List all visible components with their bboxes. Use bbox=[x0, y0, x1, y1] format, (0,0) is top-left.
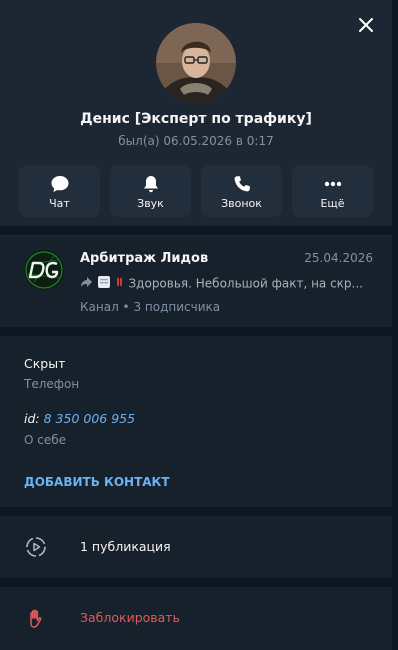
phone-label: Телефон bbox=[24, 377, 80, 391]
add-contact-button[interactable]: ДОБАВИТЬ КОНТАКТ bbox=[24, 475, 170, 489]
channel-avatar bbox=[24, 250, 64, 290]
block-hand-icon bbox=[25, 608, 47, 630]
phone-value[interactable]: Скрыт bbox=[24, 356, 65, 371]
channel-date: 25.04.2026 bbox=[304, 251, 373, 265]
publications-row[interactable]: 1 публикация bbox=[0, 516, 392, 578]
stories-icon bbox=[25, 536, 47, 558]
channel-last-message: Здоровья. Небольшой факт, на скр... bbox=[80, 275, 373, 293]
profile-header: Денис [Эксперт по трафику] был(а) 06.05.… bbox=[0, 0, 392, 236]
action-bar: Чат Звук Звонок Ещё bbox=[19, 165, 373, 217]
user-id-prefix: id: bbox=[24, 411, 40, 426]
chat-button[interactable]: Чат bbox=[19, 165, 100, 217]
about-label: О себе bbox=[24, 433, 67, 447]
background-chat-edge bbox=[392, 0, 398, 650]
block-row[interactable]: Заблокировать bbox=[0, 587, 392, 650]
info-section: Скрыт Телефон id: 8 350 006 955 О себе Д… bbox=[0, 337, 392, 507]
more-button-label: Ещё bbox=[320, 197, 345, 210]
personal-channel[interactable]: Арбитраж Лидов 25.04.2026 Здоровья. Небо… bbox=[0, 236, 392, 326]
media-thumbnail-icon bbox=[97, 276, 115, 292]
chat-button-label: Чат bbox=[49, 197, 70, 210]
divider bbox=[0, 507, 392, 516]
close-button[interactable] bbox=[353, 12, 379, 38]
divider bbox=[0, 327, 392, 336]
emoji-icon bbox=[115, 277, 129, 291]
sound-button-label: Звук bbox=[137, 197, 164, 210]
more-button[interactable]: Ещё bbox=[292, 165, 373, 217]
block-label: Заблокировать bbox=[80, 610, 180, 625]
user-id-value: 8 350 006 955 bbox=[43, 411, 136, 426]
phone-icon bbox=[234, 176, 250, 192]
channel-subtitle: Канал • 3 подписчика bbox=[80, 300, 221, 314]
divider bbox=[0, 578, 392, 587]
more-icon bbox=[324, 181, 341, 187]
last-seen-status: был(а) 06.05.2026 в 0:17 bbox=[118, 134, 274, 148]
divider bbox=[0, 226, 392, 235]
profile-panel: Денис [Эксперт по трафику] был(а) 06.05.… bbox=[0, 0, 392, 650]
profile-name: Денис [Эксперт по трафику] bbox=[80, 111, 312, 127]
publications-label: 1 публикация bbox=[80, 539, 171, 554]
call-button[interactable]: Звонок bbox=[201, 165, 282, 217]
channel-title: Арбитраж Лидов bbox=[80, 251, 209, 266]
chat-icon bbox=[51, 176, 68, 192]
forward-icon bbox=[80, 277, 97, 291]
call-button-label: Звонок bbox=[221, 197, 262, 210]
avatar[interactable] bbox=[156, 23, 236, 103]
bell-icon bbox=[143, 176, 158, 193]
channel-message-text: Здоровья. Небольшой факт, на скр... bbox=[128, 276, 363, 291]
close-icon bbox=[359, 18, 373, 32]
sound-button[interactable]: Звук bbox=[110, 165, 191, 217]
user-id[interactable]: id: 8 350 006 955 bbox=[24, 411, 135, 426]
